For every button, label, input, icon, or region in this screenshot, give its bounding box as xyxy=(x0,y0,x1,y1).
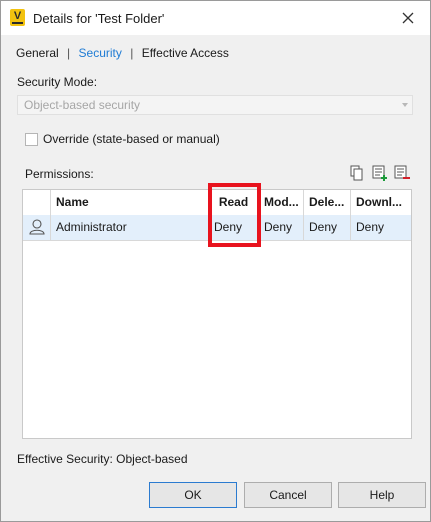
column-header-download[interactable]: Downl... xyxy=(351,190,411,215)
security-mode-select[interactable]: Object-based security xyxy=(17,95,413,115)
tab-effective-access[interactable]: Effective Access xyxy=(142,46,229,60)
tab-separator: | xyxy=(130,45,134,60)
copy-icon[interactable] xyxy=(349,165,365,181)
override-label: Override (state-based or manual) xyxy=(43,132,220,146)
row-modify[interactable]: Deny xyxy=(259,215,304,240)
security-mode-label: Security Mode: xyxy=(17,75,98,89)
effective-security-text: Effective Security: Object-based xyxy=(17,452,188,466)
close-icon[interactable] xyxy=(398,8,418,28)
user-icon xyxy=(23,215,51,240)
tab-separator: | xyxy=(67,45,71,60)
permissions-label: Permissions: xyxy=(25,167,94,181)
remove-permission-icon[interactable] xyxy=(394,165,410,181)
tab-strip: General | Security | Effective Access xyxy=(16,45,229,60)
window-title: Details for 'Test Folder' xyxy=(33,11,165,26)
tab-general[interactable]: General xyxy=(16,46,59,60)
column-header-modify[interactable]: Mod... xyxy=(259,190,304,215)
row-delete[interactable]: Deny xyxy=(304,215,351,240)
column-header-name[interactable]: Name xyxy=(51,190,209,215)
title-bar: V Details for 'Test Folder' xyxy=(1,1,430,35)
row-name: Administrator xyxy=(51,215,209,240)
row-download[interactable]: Deny xyxy=(351,215,411,240)
chevron-down-icon xyxy=(402,103,408,107)
ok-button[interactable]: OK xyxy=(149,482,237,508)
vault-app-icon: V xyxy=(10,9,25,26)
tab-security[interactable]: Security xyxy=(79,46,122,60)
add-permission-icon[interactable] xyxy=(372,165,388,181)
help-button[interactable]: Help xyxy=(338,482,426,508)
icon-column-header xyxy=(23,190,51,215)
read-column-highlight xyxy=(208,183,261,247)
app-icon-letter: V xyxy=(13,10,22,22)
column-header-delete[interactable]: Dele... xyxy=(304,190,351,215)
security-mode-value: Object-based security xyxy=(24,98,141,112)
cancel-button[interactable]: Cancel xyxy=(244,482,332,508)
override-checkbox[interactable] xyxy=(25,133,38,146)
details-dialog: V Details for 'Test Folder' General | Se… xyxy=(0,0,431,522)
